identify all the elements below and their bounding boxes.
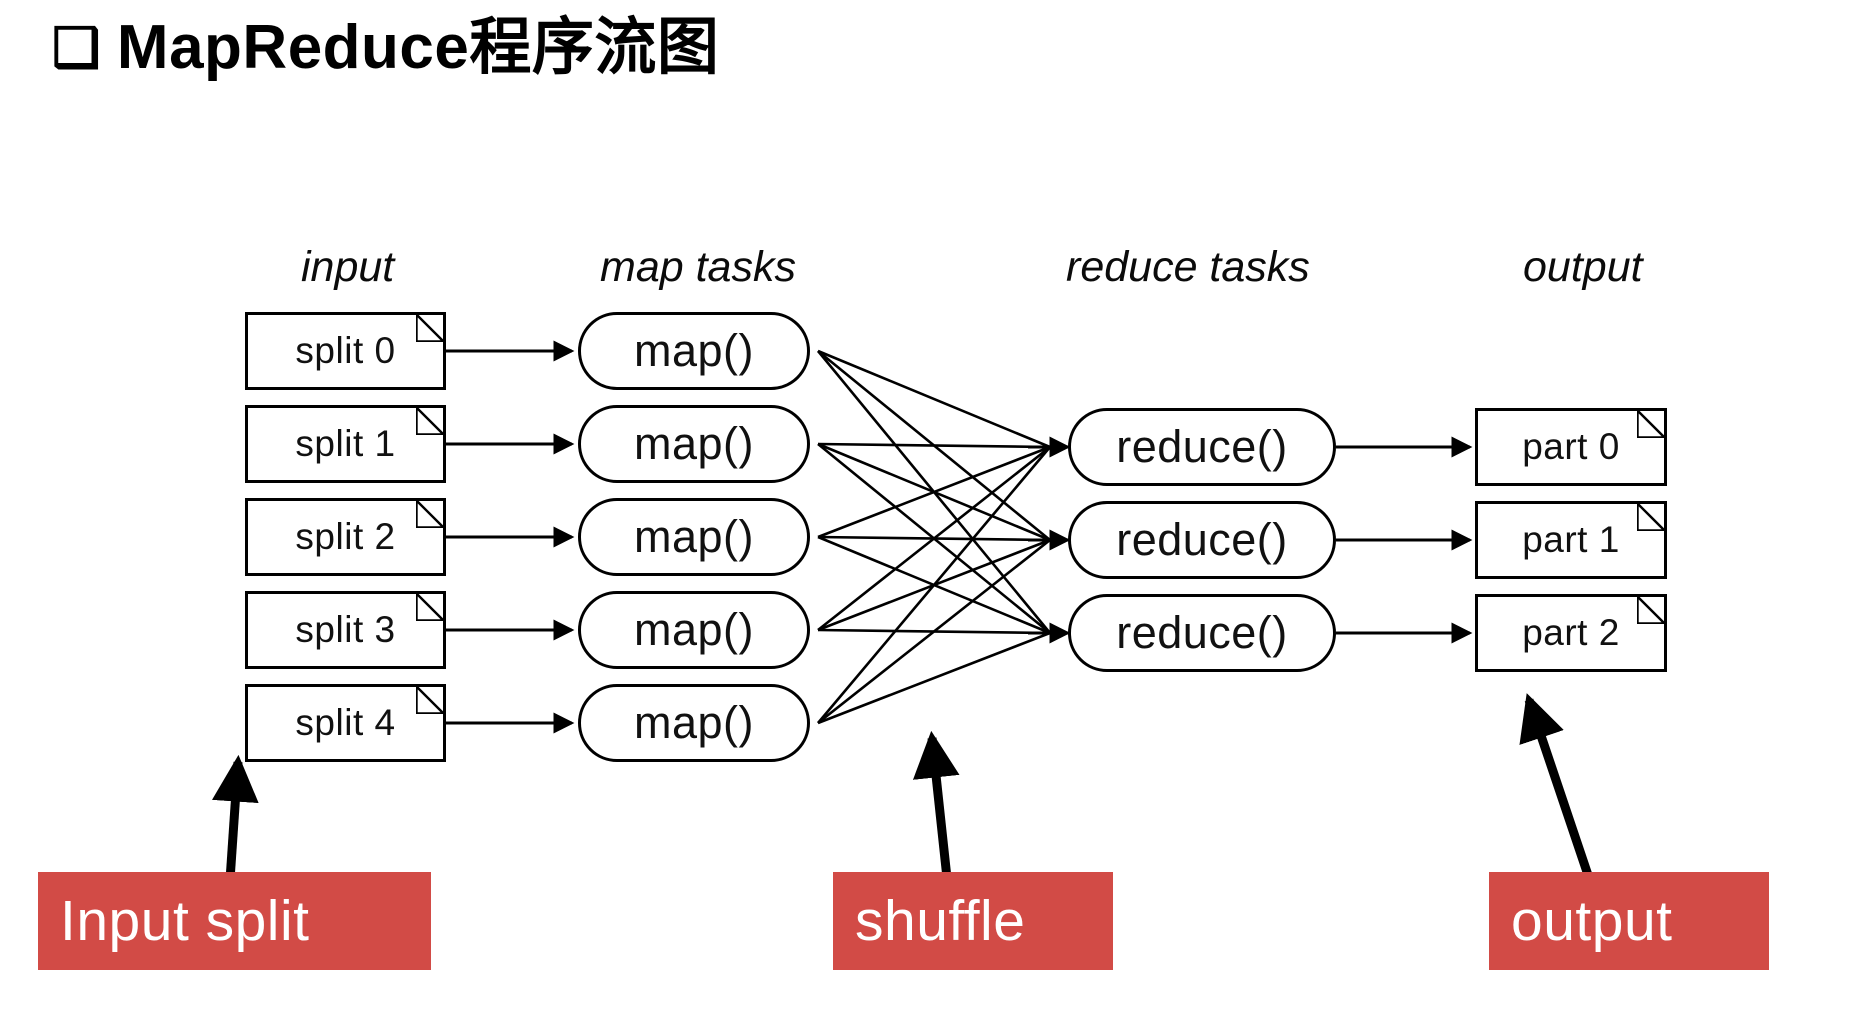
map-task-box-0[interactable]: map() (578, 312, 810, 390)
input-split-label: split 4 (295, 702, 396, 743)
callout-shuffle[interactable]: shuffle (833, 872, 1113, 970)
pointer-output (1519, 693, 1594, 880)
dog-ear-icon (1637, 410, 1665, 438)
shuffle-map0-reduce2 (816, 350, 1052, 634)
shuffle-map1-reduce1 (817, 442, 1051, 542)
input-split-label: split 2 (295, 516, 396, 557)
shuffle-lines (816, 349, 1052, 725)
input-split-label: split 1 (295, 423, 396, 464)
map-task-label: map() (633, 697, 754, 748)
reduce-task-box-1[interactable]: reduce() (1068, 501, 1336, 579)
input-split-box-1[interactable]: split 1 (245, 405, 446, 483)
reduce-task-box-2[interactable]: reduce() (1068, 594, 1336, 672)
split-to-map-arrows (446, 340, 575, 734)
column-caption-output: output (1523, 243, 1643, 291)
output-part-label: part 2 (1522, 612, 1620, 653)
dog-ear-icon (416, 314, 444, 342)
shuffle-map4-reduce2 (817, 631, 1051, 725)
dog-ear-icon (416, 407, 444, 435)
pointer-input-split (211, 754, 259, 881)
column-caption-reduce-tasks: reduce tasks (1066, 243, 1310, 291)
dog-ear-icon (416, 593, 444, 621)
input-split-label: split 0 (295, 330, 396, 371)
input-split-box-2[interactable]: split 2 (245, 498, 446, 576)
column-caption-input: input (301, 243, 395, 291)
shuffle-map0-reduce1 (817, 349, 1051, 542)
input-split-label: split 3 (295, 609, 396, 650)
map-task-box-1[interactable]: map() (578, 405, 810, 483)
map-task-box-2[interactable]: map() (578, 498, 810, 576)
shuffle-map0-reduce0 (817, 349, 1051, 449)
shuffle-map3-reduce2 (817, 628, 1051, 635)
shuffle-map3-reduce1 (817, 538, 1051, 632)
callout-input-split[interactable]: Input split (38, 872, 431, 970)
reduce-task-label: reduce() (1116, 514, 1288, 565)
map-task-label: map() (633, 325, 754, 376)
output-part-label: part 1 (1522, 519, 1620, 560)
output-part-label: part 0 (1522, 426, 1620, 467)
reduce-task-label: reduce() (1116, 607, 1288, 658)
shuffle-map1-reduce0 (817, 442, 1051, 449)
pointer-shuffle (912, 730, 960, 879)
shuffle-map4-reduce1 (817, 538, 1051, 725)
input-split-box-4[interactable]: split 4 (245, 684, 446, 762)
dog-ear-icon (1637, 503, 1665, 531)
output-part-box-0[interactable]: part 0 (1475, 408, 1667, 486)
callout-output[interactable]: output (1489, 872, 1769, 970)
callout-label: Input split (60, 889, 310, 953)
shuffle-map2-reduce0 (817, 445, 1051, 539)
shuffle-map2-reduce1 (817, 535, 1051, 542)
map-task-box-3[interactable]: map() (578, 591, 810, 669)
dog-ear-icon (1637, 596, 1665, 624)
input-split-box-0[interactable]: split 0 (245, 312, 446, 390)
dog-ear-icon (416, 500, 444, 528)
output-part-box-1[interactable]: part 1 (1475, 501, 1667, 579)
shuffle-map2-reduce2 (817, 535, 1051, 635)
reduce-task-box-0[interactable]: reduce() (1068, 408, 1336, 486)
shuffle-map4-reduce0 (817, 446, 1051, 724)
map-task-label: map() (633, 511, 754, 562)
column-caption-map-tasks: map tasks (600, 243, 796, 291)
shuffle-map3-reduce0 (817, 445, 1051, 632)
reduce-to-output-arrows (1336, 436, 1473, 644)
callout-label: output (1511, 889, 1673, 953)
map-task-label: map() (633, 418, 754, 469)
map-task-box-4[interactable]: map() (578, 684, 810, 762)
mapreduce-flow-diagram: input map tasks reduce tasks output spli… (0, 0, 1871, 1026)
map-task-label: map() (633, 604, 754, 655)
input-split-box-3[interactable]: split 3 (245, 591, 446, 669)
shuffle-map1-reduce2 (817, 442, 1051, 635)
shuffle-to-reduce-arrows (1028, 436, 1071, 644)
callout-label: shuffle (855, 889, 1026, 953)
dog-ear-icon (416, 686, 444, 714)
reduce-task-label: reduce() (1116, 421, 1288, 472)
output-part-box-2[interactable]: part 2 (1475, 594, 1667, 672)
